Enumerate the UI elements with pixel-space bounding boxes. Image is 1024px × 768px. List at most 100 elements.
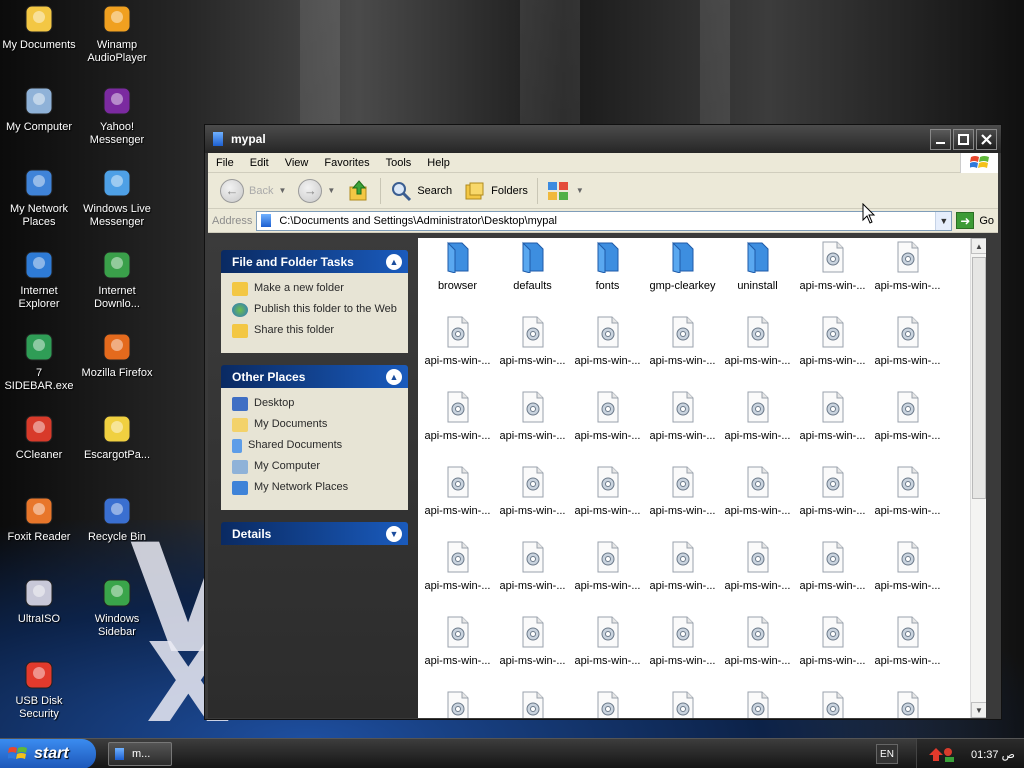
desktop-icon-ultraiso[interactable]: UltraISO [0,576,78,626]
desktop-icon-ccleaner[interactable]: CCleaner [0,412,78,462]
taskbar-window-button[interactable]: m... [108,742,172,766]
desktop-icon-network-places[interactable]: My Network Places [0,166,78,229]
file-item[interactable]: api-ms-win-... [795,315,870,367]
desktop-icon-my-documents[interactable]: My Documents [0,2,78,52]
task-new-folder[interactable]: Make a new folder [232,282,398,296]
go-button[interactable]: ➜ Go [956,212,994,229]
folder-item[interactable]: fonts [570,240,645,292]
collapse-icon[interactable]: ▲ [386,368,402,385]
file-item[interactable]: api-ms-win-... [870,240,945,292]
file-item[interactable]: api-ms-win-... [495,615,570,667]
forward-button[interactable]: → ▼ [292,176,341,206]
address-field[interactable]: C:\Documents and Settings\Administrator\… [256,210,953,231]
file-item[interactable] [570,690,645,718]
up-folder-button[interactable] [341,176,377,206]
file-folder-tasks-header[interactable]: File and Folder Tasks ▲ [221,250,408,273]
desktop-icon-sidebar-exe[interactable]: 7 SIDEBAR.exe [0,330,78,393]
desktop-icon-escargot[interactable]: EscargotPa... [78,412,156,462]
menu-tools[interactable]: Tools [378,157,420,169]
task-publish-web[interactable]: Publish this folder to the Web [232,303,398,317]
vertical-scrollbar[interactable]: ▲ ▼ [970,238,986,718]
place-my-network[interactable]: My Network Places [232,481,398,495]
file-item[interactable]: api-ms-win-... [570,540,645,592]
file-item[interactable]: api-ms-win-... [870,615,945,667]
minimize-button[interactable] [930,128,951,150]
file-item[interactable]: api-ms-win-... [570,390,645,442]
place-shared-documents[interactable]: Shared Documents [232,439,398,453]
menu-edit[interactable]: Edit [242,157,277,169]
views-button[interactable]: ▼ [541,176,590,206]
file-item[interactable]: api-ms-win-... [570,465,645,517]
desktop-icon-windows-sidebar[interactable]: Windows Sidebar [78,576,156,639]
file-item[interactable]: api-ms-win-... [720,315,795,367]
desktop-icon-firefox[interactable]: Mozilla Firefox [78,330,156,380]
file-item[interactable]: api-ms-win-... [645,315,720,367]
usb-disk-security-tray-icon[interactable] [927,744,957,764]
file-item[interactable]: api-ms-win-... [870,390,945,442]
menu-view[interactable]: View [277,157,317,169]
file-item[interactable]: api-ms-win-... [420,540,495,592]
file-item[interactable]: api-ms-win-... [795,540,870,592]
file-item[interactable] [870,690,945,718]
file-item[interactable]: api-ms-win-... [420,465,495,517]
file-item[interactable]: api-ms-win-... [645,540,720,592]
place-desktop[interactable]: Desktop [232,397,398,411]
scroll-up-button[interactable]: ▲ [971,238,986,254]
file-item[interactable]: api-ms-win-... [870,315,945,367]
folders-button[interactable]: Folders [458,176,534,206]
file-item[interactable]: api-ms-win-... [495,465,570,517]
menu-favorites[interactable]: Favorites [316,157,377,169]
folder-item[interactable]: uninstall [720,240,795,292]
desktop-icon-usb-disk-security[interactable]: USB Disk Security [0,658,78,721]
file-item[interactable]: api-ms-win-... [720,615,795,667]
task-share-folder[interactable]: Share this folder [232,324,398,338]
file-item[interactable]: api-ms-win-... [420,315,495,367]
search-button[interactable]: Search [384,176,458,206]
file-item[interactable]: api-ms-win-... [420,390,495,442]
file-item[interactable]: api-ms-win-... [720,540,795,592]
file-item[interactable]: api-ms-win-... [645,390,720,442]
place-my-computer[interactable]: My Computer [232,460,398,474]
file-item[interactable]: api-ms-win-... [570,615,645,667]
file-item[interactable] [645,690,720,718]
file-item[interactable]: api-ms-win-... [495,390,570,442]
desktop-icon-my-computer[interactable]: My Computer [0,84,78,134]
back-button[interactable]: ← Back ▼ [214,176,292,206]
desktop-icon-foxit-reader[interactable]: Foxit Reader [0,494,78,544]
file-item[interactable]: api-ms-win-... [795,465,870,517]
desktop-icon-recycle-bin[interactable]: Recycle Bin [78,494,156,544]
file-item[interactable]: api-ms-win-... [495,540,570,592]
other-places-header[interactable]: Other Places ▲ [221,365,408,388]
desktop-icon-internet-explorer[interactable]: Internet Explorer [0,248,78,311]
file-item[interactable]: api-ms-win-... [495,315,570,367]
address-dropdown-button[interactable]: ▼ [935,211,952,230]
place-my-documents[interactable]: My Documents [232,418,398,432]
scroll-down-button[interactable]: ▼ [971,702,986,718]
file-item[interactable]: api-ms-win-... [870,465,945,517]
file-item[interactable]: api-ms-win-... [570,315,645,367]
file-item[interactable] [720,690,795,718]
file-item[interactable]: api-ms-win-... [795,240,870,292]
title-bar[interactable]: mypal [205,125,1001,153]
desktop-icon-live-messenger[interactable]: Windows Live Messenger [78,166,156,229]
collapse-icon[interactable]: ▲ [386,253,402,270]
details-header[interactable]: Details ▼ [221,522,408,545]
file-item[interactable]: api-ms-win-... [720,390,795,442]
folder-item[interactable]: defaults [495,240,570,292]
file-item[interactable]: api-ms-win-... [870,540,945,592]
desktop-icon-yahoo-messenger[interactable]: Yahoo! Messenger [78,84,156,147]
expand-icon[interactable]: ▼ [386,525,402,542]
start-button[interactable]: start [0,739,96,768]
file-item[interactable]: api-ms-win-... [795,390,870,442]
file-item[interactable] [495,690,570,718]
file-item[interactable]: api-ms-win-... [420,615,495,667]
menu-file[interactable]: File [208,157,242,169]
menu-help[interactable]: Help [419,157,458,169]
maximize-button[interactable] [953,128,974,150]
language-indicator[interactable]: EN [876,744,898,764]
file-item[interactable]: api-ms-win-... [645,615,720,667]
close-button[interactable] [976,128,997,150]
folder-item[interactable]: browser [420,240,495,292]
file-item[interactable]: api-ms-win-... [795,615,870,667]
desktop-icon-internet-download[interactable]: Internet Downlo... [78,248,156,311]
